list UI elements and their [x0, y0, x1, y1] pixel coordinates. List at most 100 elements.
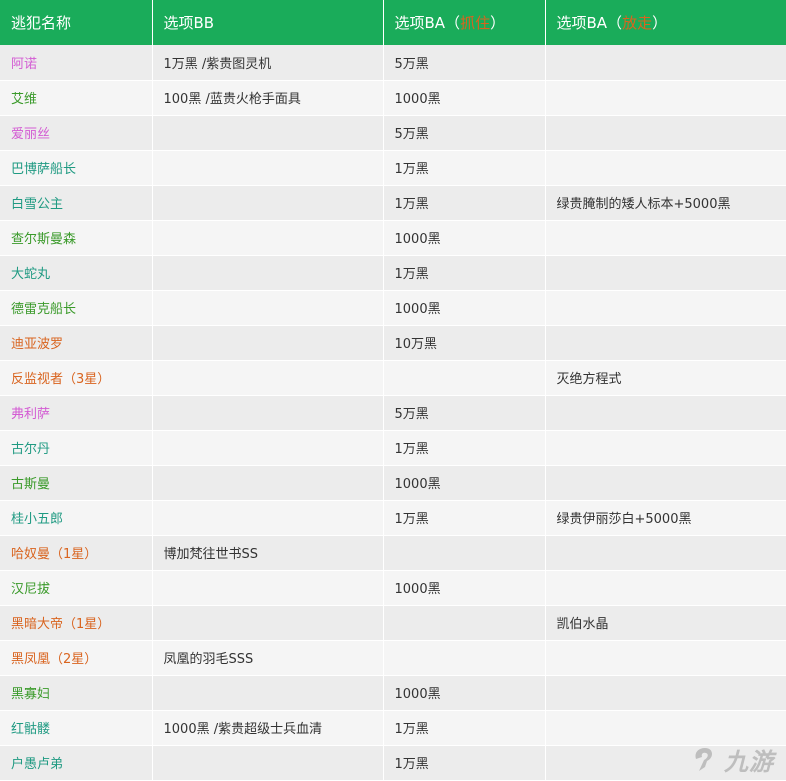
cell-option-ba-release: 绿贵伊丽莎白+5000黑 — [545, 500, 786, 536]
cell-option-ba-catch: 1000黑 — [383, 290, 546, 326]
cell-option-ba-release — [545, 570, 786, 606]
jiuyou-logo-icon — [695, 747, 713, 771]
cell-option-bb: 博加梵往世书SS — [152, 535, 384, 571]
header-option-bb: 选项BB — [152, 0, 384, 45]
cell-option-ba-catch: 1万黑 — [383, 500, 546, 536]
cell-option-ba-release — [545, 465, 786, 501]
header-option-ba-catch: 选项BA（抓住） — [383, 0, 546, 45]
cell-option-ba-release — [545, 325, 786, 361]
cell-option-ba-release — [545, 640, 786, 676]
cell-name: 德雷克船长 — [0, 290, 153, 326]
cell-name: 哈奴曼（1星） — [0, 535, 153, 571]
cell-option-ba-release — [545, 220, 786, 256]
cell-option-ba-catch: 1万黑 — [383, 710, 546, 746]
cell-option-bb — [152, 150, 384, 186]
table-row: 哈奴曼（1星） 博加梵往世书SS — [0, 535, 786, 571]
table-row: 弗利萨 5万黑 — [0, 395, 786, 431]
cell-option-ba-catch — [383, 640, 546, 676]
cell-name: 黑暗大帝（1星） — [0, 605, 153, 641]
cell-option-bb — [152, 290, 384, 326]
cell-option-ba-release — [545, 80, 786, 116]
table-row: 汉尼拔 1000黑 — [0, 570, 786, 606]
cell-option-ba-release — [545, 430, 786, 466]
cell-option-bb — [152, 430, 384, 466]
cell-option-bb — [152, 500, 384, 536]
table-row: 大蛇丸 1万黑 — [0, 255, 786, 291]
cell-option-ba-catch: 1万黑 — [383, 430, 546, 466]
cell-option-ba-catch: 5万黑 — [383, 395, 546, 431]
table-row: 黑凤凰（2星） 凤凰的羽毛SSS — [0, 640, 786, 676]
cell-option-ba-catch: 10万黑 — [383, 325, 546, 361]
cell-option-bb — [152, 395, 384, 431]
cell-option-ba-release — [545, 290, 786, 326]
cell-name: 查尔斯曼森 — [0, 220, 153, 256]
cell-option-ba-catch: 1000黑 — [383, 80, 546, 116]
cell-option-ba-catch: 1万黑 — [383, 745, 546, 781]
cell-option-ba-catch: 5万黑 — [383, 45, 546, 81]
table-header-row: 逃犯名称 选项BB 选项BA（抓住） 选项BA（放走） — [0, 0, 786, 45]
cell-name: 白雪公主 — [0, 185, 153, 221]
cell-option-ba-catch: 1000黑 — [383, 220, 546, 256]
cell-name: 黑寡妇 — [0, 675, 153, 711]
table-row: 古尔丹 1万黑 — [0, 430, 786, 466]
cell-option-bb: 1000黑 /紫贵超级士兵血清 — [152, 710, 384, 746]
cell-option-ba-catch — [383, 360, 546, 396]
cell-option-ba-release — [545, 675, 786, 711]
table-row: 反监视者（3星） 灭绝方程式 — [0, 360, 786, 396]
cell-option-bb — [152, 675, 384, 711]
cell-option-ba-catch: 1000黑 — [383, 570, 546, 606]
cell-option-ba-release: 绿贵腌制的矮人标本+5000黑 — [545, 185, 786, 221]
cell-option-ba-release — [545, 115, 786, 151]
cell-option-bb: 1万黑 /紫贵图灵机 — [152, 45, 384, 81]
table-row: 桂小五郎 1万黑 绿贵伊丽莎白+5000黑 — [0, 500, 786, 536]
cell-name: 户愚卢弟 — [0, 745, 153, 781]
cell-option-ba-catch: 5万黑 — [383, 115, 546, 151]
cell-option-ba-release — [545, 255, 786, 291]
header-option-ba-release: 选项BA（放走） — [556, 14, 668, 32]
cell-option-ba-release: 凯伯水晶 — [545, 605, 786, 641]
cell-option-bb — [152, 605, 384, 641]
cell-name: 古斯曼 — [0, 465, 153, 501]
cell-option-ba-catch — [383, 535, 546, 571]
table-row: 查尔斯曼森 1000黑 — [0, 220, 786, 256]
cell-name: 艾维 — [0, 80, 153, 116]
cell-name: 弗利萨 — [0, 395, 153, 431]
cell-option-bb — [152, 465, 384, 501]
cell-option-bb — [152, 360, 384, 396]
cell-name: 黑凤凰（2星） — [0, 640, 153, 676]
cell-name: 古尔丹 — [0, 430, 153, 466]
cell-option-ba-release — [545, 395, 786, 431]
cell-name: 迪亚波罗 — [0, 325, 153, 361]
table-row: 巴博萨船长 1万黑 — [0, 150, 786, 186]
cell-option-ba-catch: 1万黑 — [383, 150, 546, 186]
cell-option-ba-catch: 1万黑 — [383, 185, 546, 221]
table-row: 古斯曼 1000黑 — [0, 465, 786, 501]
table-row: 迪亚波罗 10万黑 — [0, 325, 786, 361]
cell-name: 红骷髅 — [0, 710, 153, 746]
cell-option-ba-release: 灭绝方程式 — [545, 360, 786, 396]
cell-option-bb — [152, 220, 384, 256]
table-row: 艾维 100黑 /蓝贵火枪手面具 1000黑 — [0, 80, 786, 116]
cell-option-ba-catch: 1000黑 — [383, 675, 546, 711]
cell-name: 大蛇丸 — [0, 255, 153, 291]
cell-option-ba-catch — [383, 605, 546, 641]
cell-option-bb — [152, 255, 384, 291]
table-row: 爱丽丝 5万黑 — [0, 115, 786, 151]
cell-option-ba-release — [545, 45, 786, 81]
cell-option-bb — [152, 115, 384, 151]
table-row: 黑寡妇 1000黑 — [0, 675, 786, 711]
cell-option-ba-catch: 1万黑 — [383, 255, 546, 291]
cell-option-bb: 100黑 /蓝贵火枪手面具 — [152, 80, 384, 116]
cell-option-bb — [152, 185, 384, 221]
cell-option-ba-release — [545, 535, 786, 571]
cell-option-bb: 凤凰的羽毛SSS — [152, 640, 384, 676]
header-name: 逃犯名称 — [0, 0, 153, 45]
cell-name: 爱丽丝 — [0, 115, 153, 151]
watermark: 九游 — [690, 742, 774, 777]
watermark-text: 九游 — [724, 748, 774, 776]
table-row: 红骷髅 1000黑 /紫贵超级士兵血清 1万黑 — [0, 710, 786, 746]
cell-name: 巴博萨船长 — [0, 150, 153, 186]
table-row: 阿诺 1万黑 /紫贵图灵机 5万黑 — [0, 45, 786, 81]
cell-name: 反监视者（3星） — [0, 360, 153, 396]
cell-option-ba-catch: 1000黑 — [383, 465, 546, 501]
